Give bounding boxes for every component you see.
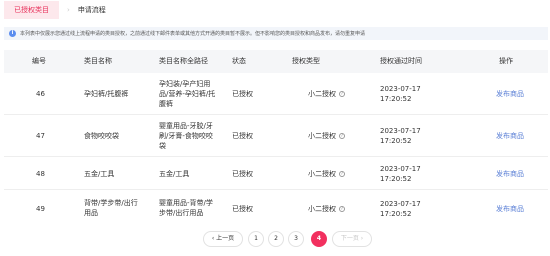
row-auth-type-label: 小二授权	[308, 90, 336, 98]
column-header-status: 状态	[232, 57, 246, 65]
row-auth-time: 2023-07-17 17:20:52	[380, 200, 421, 218]
table-row: 49 背带/学步带/出行用品 婴童用品-背带/学步带/出行用品 已授权 小二授权…	[4, 190, 548, 226]
row-category-name: 食物咬咬袋	[84, 132, 119, 140]
row-id: 46	[36, 90, 45, 98]
row-auth-type: 小二授权?	[308, 131, 345, 141]
row-status: 已授权	[232, 90, 253, 98]
publish-product-link[interactable]: 发布商品	[496, 204, 524, 214]
question-circle-icon[interactable]: ?	[339, 91, 345, 97]
notice-text: 本列表中仅展示您通过线上流程申请的类目授权，之前通过线下邮件表单或其他方式开通的…	[20, 31, 366, 37]
row-auth-type: 小二授权?	[308, 169, 345, 179]
row-status: 已授权	[232, 170, 253, 178]
row-category-name: 孕妇裤/托腹裤	[84, 90, 129, 98]
page-3-button[interactable]: 3	[288, 231, 304, 247]
column-header-category-path: 类目名称全路径	[159, 57, 208, 65]
publish-product-link[interactable]: 发布商品	[496, 169, 524, 179]
question-circle-icon[interactable]: ?	[339, 133, 345, 139]
row-auth-time: 2023-07-17 17:20:52	[380, 127, 421, 145]
column-header-category-name: 类目名称	[84, 57, 112, 65]
pagination: ‹ 上一页 1 2 3 4 下一页 ›	[0, 231, 550, 247]
row-id: 47	[36, 132, 45, 140]
tab-authorized-categories[interactable]: 已授权类目	[4, 1, 59, 19]
next-page-button[interactable]: 下一页 ›	[332, 231, 372, 247]
row-category-path: 五金/工具	[159, 170, 190, 178]
page-4-button-current[interactable]: 4	[311, 231, 327, 247]
row-category-path: 孕妇装/孕产妇用品/营养-孕妇裤/托腹裤	[159, 80, 216, 108]
page-1-button[interactable]: 1	[248, 231, 264, 247]
prev-page-button[interactable]: ‹ 上一页	[203, 231, 243, 247]
row-auth-type: 小二授权?	[308, 89, 345, 99]
info-icon: i	[9, 30, 16, 37]
category-tabs: 已授权类目 › 申请流程	[0, 0, 550, 20]
publish-product-link[interactable]: 发布商品	[496, 131, 524, 141]
row-category-path: 婴童用品-牙胶/牙刷/牙膏-食物咬咬袋	[159, 122, 213, 150]
table-row: 48 五金/工具 五金/工具 已授权 小二授权? 2023-07-17 17:2…	[4, 157, 548, 190]
question-circle-icon[interactable]: ?	[339, 171, 345, 177]
row-auth-type-label: 小二授权	[308, 170, 336, 178]
row-auth-type-label: 小二授权	[308, 205, 336, 213]
column-header-actions: 操作	[499, 57, 513, 65]
row-category-name: 五金/工具	[84, 170, 115, 178]
column-header-auth-time: 授权通过时间	[380, 57, 422, 65]
table-header: 编号 类目名称 类目名称全路径 状态 授权类型 授权通过时间 操作	[4, 50, 548, 73]
row-id: 48	[36, 170, 45, 178]
row-auth-type-label: 小二授权	[308, 132, 336, 140]
notice-banner: i 本列表中仅展示您通过线上流程申请的类目授权，之前通过线下邮件表单或其他方式开…	[4, 27, 548, 40]
column-header-auth-type: 授权类型	[292, 57, 320, 65]
page-2-button[interactable]: 2	[268, 231, 284, 247]
table-row: 47 食物咬咬袋 婴童用品-牙胶/牙刷/牙膏-食物咬咬袋 已授权 小二授权? 2…	[4, 115, 548, 157]
row-id: 49	[36, 205, 45, 213]
row-auth-time: 2023-07-17 17:20:52	[380, 85, 421, 103]
tab-application-process[interactable]: 申请流程	[78, 5, 106, 15]
row-auth-type: 小二授权?	[308, 204, 345, 214]
column-header-id: 编号	[32, 57, 46, 65]
breadcrumb-separator: ›	[67, 6, 70, 14]
row-category-name: 背带/学步带/出行用品	[84, 199, 138, 217]
publish-product-link[interactable]: 发布商品	[496, 89, 524, 99]
row-status: 已授权	[232, 205, 253, 213]
question-circle-icon[interactable]: ?	[339, 206, 345, 212]
row-status: 已授权	[232, 132, 253, 140]
row-auth-time: 2023-07-17 17:20:52	[380, 165, 421, 183]
row-category-path: 婴童用品-背带/学步带/出行用品	[159, 199, 213, 217]
table-row: 46 孕妇裤/托腹裤 孕妇装/孕产妇用品/营养-孕妇裤/托腹裤 已授权 小二授权…	[4, 73, 548, 115]
